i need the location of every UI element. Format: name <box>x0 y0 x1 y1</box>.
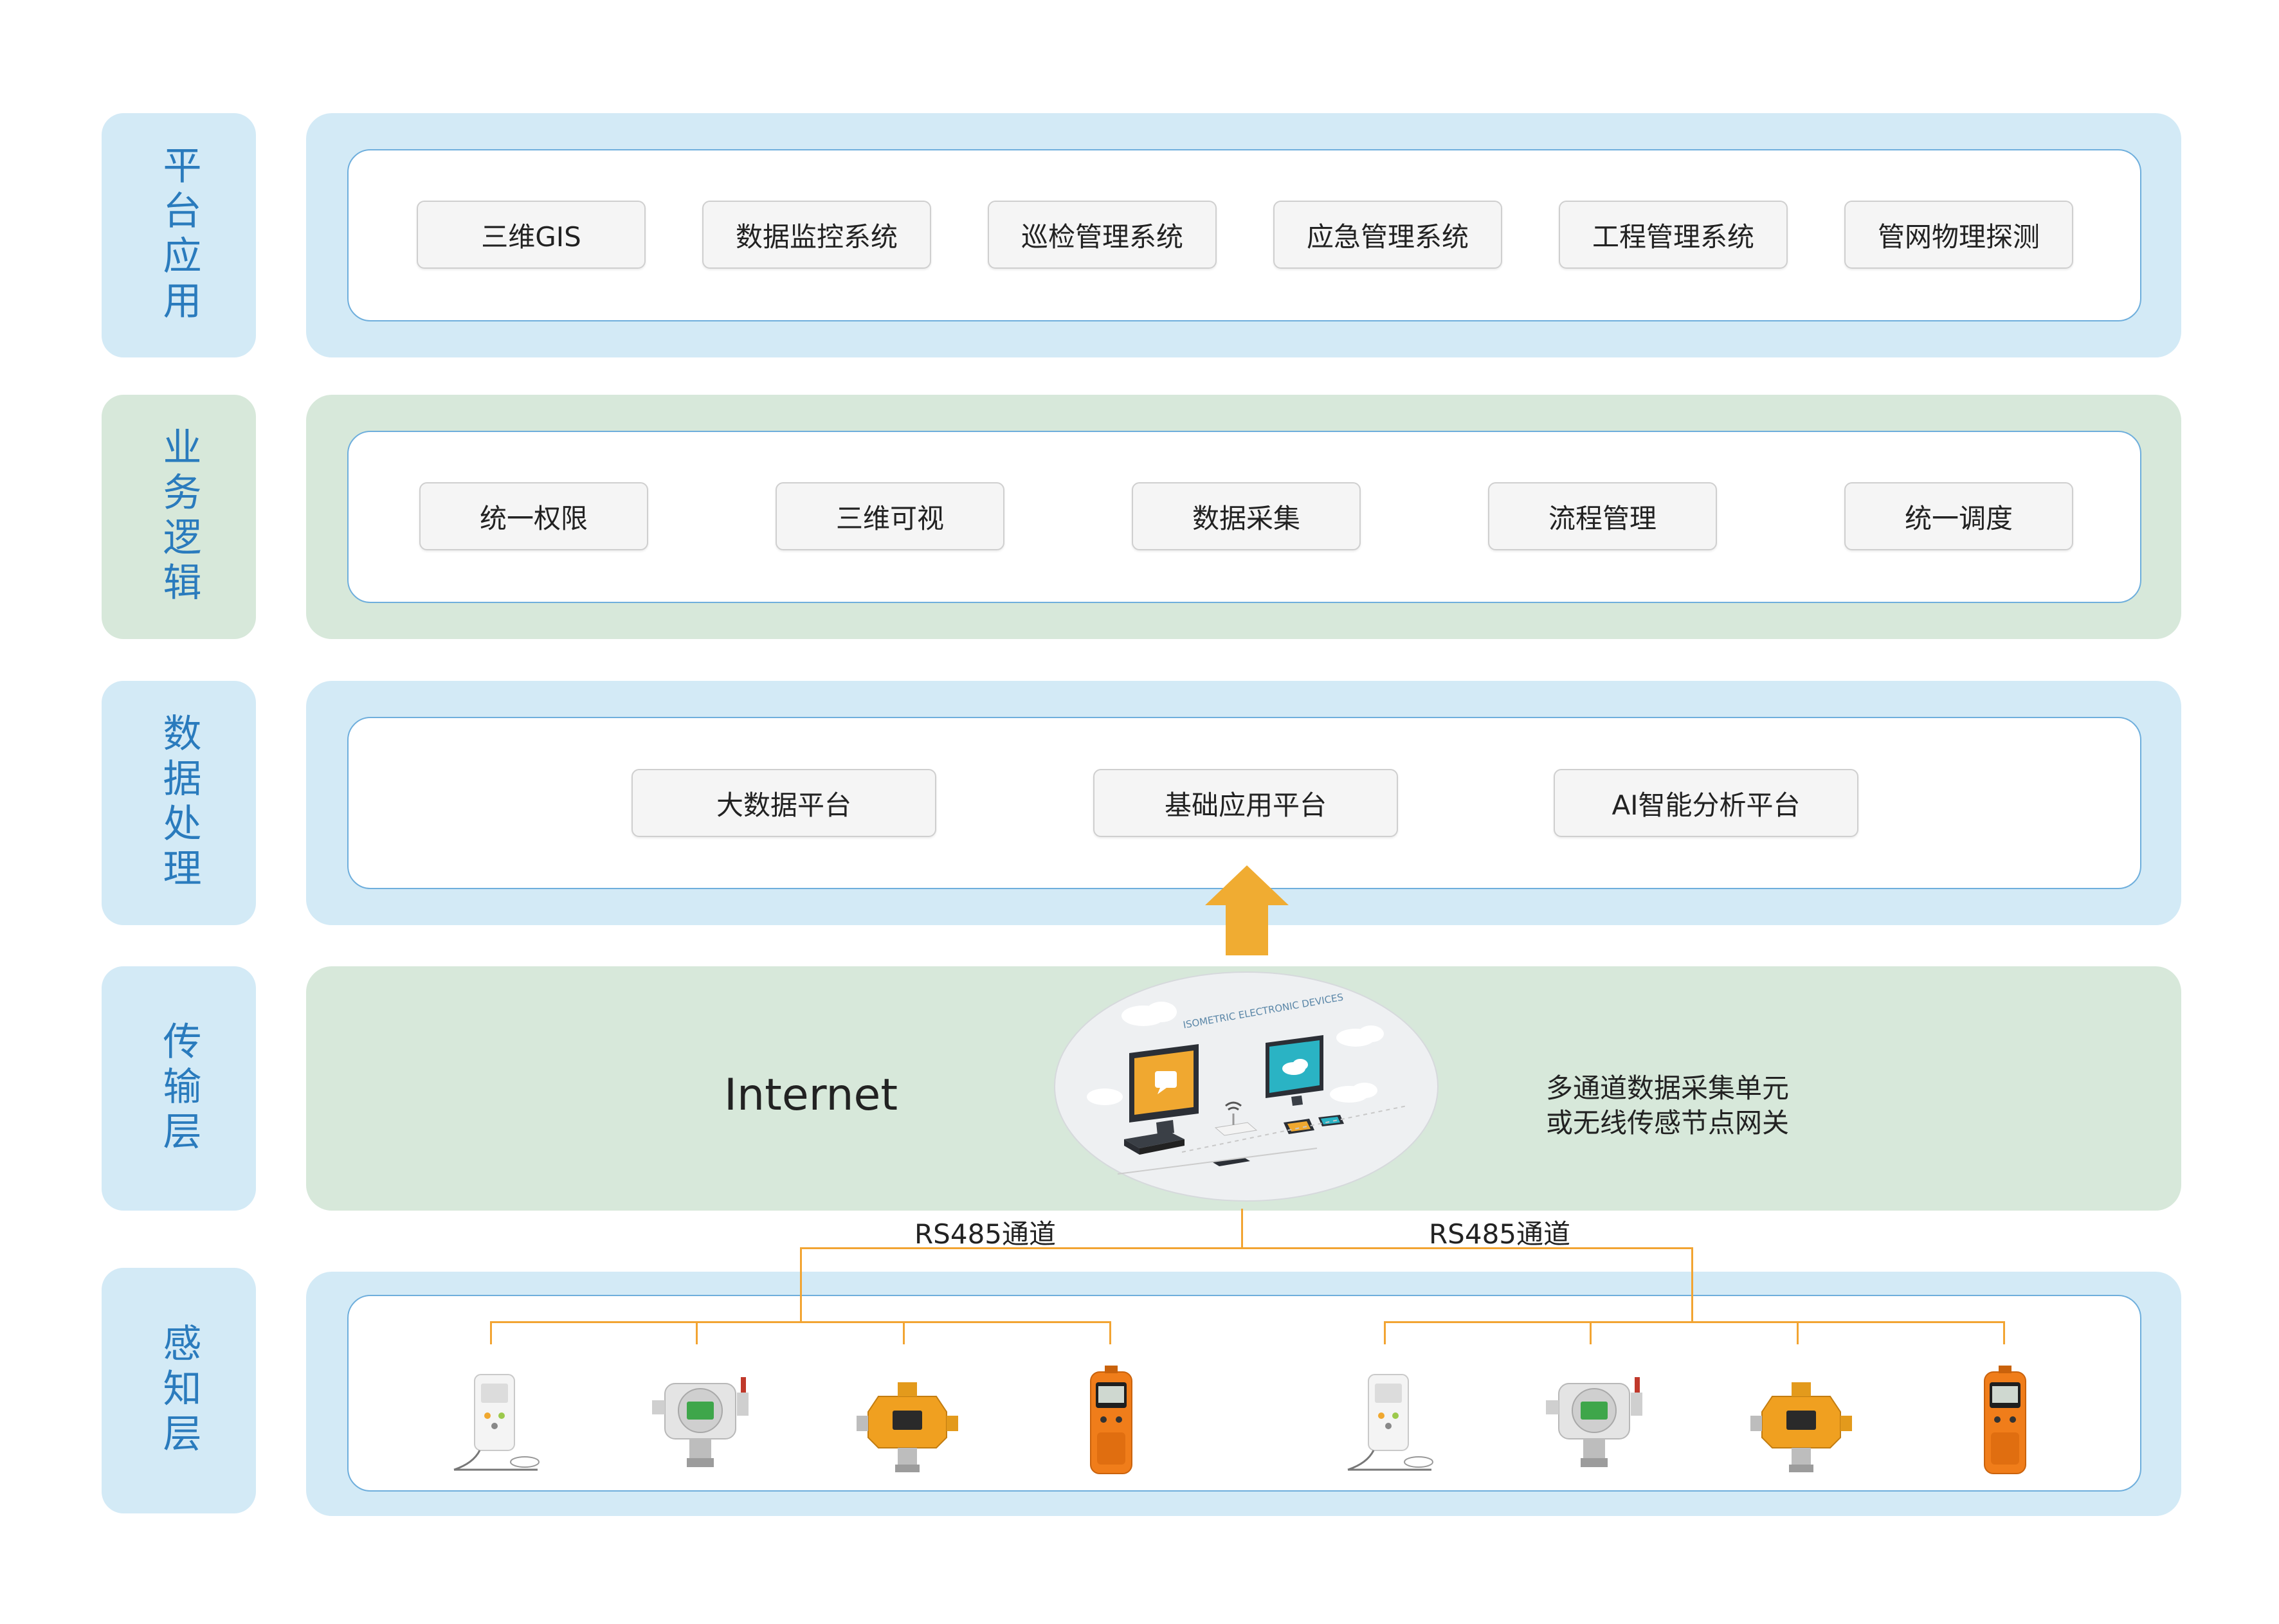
module-ai-platform: AI智能分析平台 <box>1554 769 1858 837</box>
explosion-proof-detector-icon <box>1750 1382 1852 1472</box>
portable-gas-detector-orange-icon <box>1984 1366 2026 1474</box>
layer-label-sensing: 感知层 <box>102 1268 256 1513</box>
module-base-platform: 基础应用平台 <box>1093 769 1398 837</box>
module-process-mgmt: 流程管理 <box>1488 482 1717 550</box>
up-arrow-icon <box>1205 865 1289 955</box>
layer-label-transport: 传输层 <box>102 966 256 1211</box>
module-big-data: 大数据平台 <box>631 769 936 837</box>
portable-gas-detector-orange-icon <box>1090 1366 1132 1474</box>
module-unified-permission: 统一权限 <box>419 482 648 550</box>
module-data-collection: 数据采集 <box>1132 482 1361 550</box>
handheld-detector-white-icon <box>1347 1374 1433 1471</box>
module-unified-dispatch: 统一调度 <box>1844 482 2073 550</box>
handheld-detector-white-icon <box>453 1374 540 1471</box>
sensor-drop <box>490 1321 492 1344</box>
layer-label-text: 业务逻辑 <box>156 427 201 607</box>
gateway-illustration: ISOMETRIC ELECTRONIC DEVICES <box>1054 971 1439 1202</box>
layer-label-platform: 平台应用 <box>102 113 256 357</box>
sensor-drop <box>2003 1321 2005 1344</box>
layer-label-text: 传输层 <box>156 1021 201 1156</box>
module-3d-gis: 三维GIS <box>417 201 646 269</box>
layer-label-text: 数据处理 <box>156 713 201 893</box>
sensor-drop <box>1590 1321 1592 1344</box>
right-group-line <box>1384 1321 2005 1323</box>
left-drop-line <box>800 1247 802 1323</box>
module-inspection: 巡检管理系统 <box>988 201 1217 269</box>
gateway-description: 多通道数据采集单元 或无线传感节点网关 <box>1546 1071 1789 1141</box>
layer-label-business: 业务逻辑 <box>102 395 256 639</box>
explosion-proof-detector-icon <box>857 1382 958 1472</box>
trunk-line <box>1241 1209 1243 1249</box>
sensor-drop <box>1797 1321 1799 1344</box>
layer-label-text: 感知层 <box>156 1323 201 1458</box>
sensing-panel <box>347 1295 2141 1492</box>
sensor-drop <box>1109 1321 1111 1344</box>
left-group-line <box>490 1321 1111 1323</box>
gateway-line-1: 多通道数据采集单元 <box>1546 1072 1790 1104</box>
gateway-line-2: 或无线传感节点网关 <box>1546 1107 1790 1139</box>
module-data-monitoring: 数据监控系统 <box>702 201 931 269</box>
module-pipe-detection: 管网物理探测 <box>1844 201 2073 269</box>
module-engineering: 工程管理系统 <box>1559 201 1788 269</box>
fixed-gas-detector-icon <box>652 1377 749 1467</box>
module-emergency: 应急管理系统 <box>1273 201 1502 269</box>
channel-label-left: RS485通道 <box>914 1218 1057 1250</box>
sensor-drop <box>903 1321 905 1344</box>
sensor-drop <box>1384 1321 1386 1344</box>
internet-label: Internet <box>724 1070 898 1121</box>
layer-label-data: 数据处理 <box>102 681 256 925</box>
layer-label-text: 平台应用 <box>156 145 201 325</box>
module-3d-visual: 三维可视 <box>776 482 1004 550</box>
fixed-gas-detector-icon <box>1546 1377 1642 1467</box>
channel-label-right: RS485通道 <box>1429 1218 1571 1250</box>
sensor-drop <box>696 1321 698 1344</box>
right-drop-line <box>1691 1247 1693 1323</box>
